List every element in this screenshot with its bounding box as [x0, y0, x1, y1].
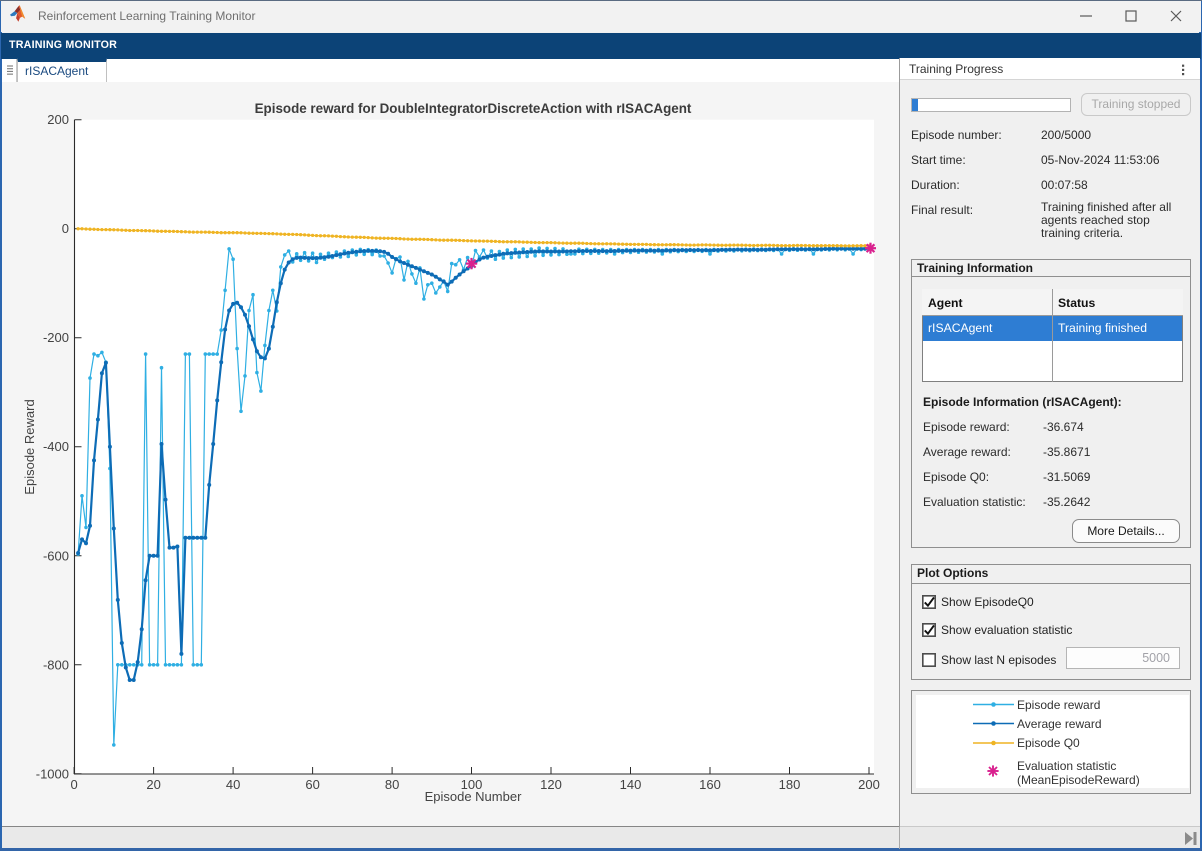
svg-text:20: 20	[146, 777, 160, 792]
svg-text:40: 40	[226, 777, 240, 792]
svg-text:120: 120	[540, 777, 562, 792]
svg-text:Episode Number: Episode Number	[425, 789, 522, 804]
svg-text:200: 200	[858, 777, 880, 792]
svg-text:160: 160	[699, 777, 721, 792]
svg-text:-400: -400	[43, 439, 69, 454]
svg-text:-1000: -1000	[36, 766, 69, 781]
svg-text:0: 0	[70, 777, 77, 792]
svg-text:-800: -800	[43, 657, 69, 672]
svg-text:-200: -200	[43, 330, 69, 345]
svg-text:140: 140	[620, 777, 642, 792]
svg-text:60: 60	[305, 777, 319, 792]
svg-text:Episode Reward: Episode Reward	[22, 399, 37, 494]
svg-text:200: 200	[47, 112, 69, 127]
svg-text:0: 0	[62, 221, 69, 236]
svg-text:80: 80	[385, 777, 399, 792]
svg-text:180: 180	[779, 777, 801, 792]
svg-text:Episode reward for DoubleInteg: Episode reward for DoubleIntegratorDiscr…	[255, 101, 692, 116]
svg-text:-600: -600	[43, 548, 69, 563]
